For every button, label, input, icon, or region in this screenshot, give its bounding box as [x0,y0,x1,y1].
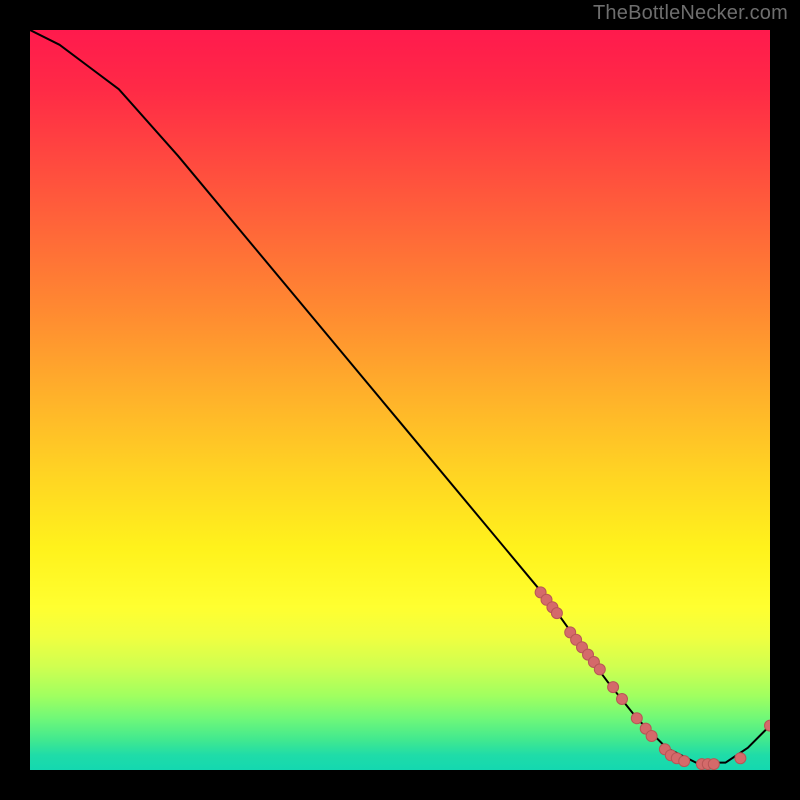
watermark-text: TheBottleNecker.com [593,2,788,25]
marker-dot [679,756,690,767]
marker-dot [708,759,719,770]
chart-frame: TheBottleNecker.com [0,0,800,800]
curve-path [30,30,770,763]
marker-dot [735,753,746,764]
marker-dot [631,713,642,724]
curve-line [30,30,770,763]
red-dot-markers [535,587,770,770]
marker-dot [617,694,628,705]
marker-dot [594,664,605,675]
marker-dot [551,608,562,619]
plot-area [30,30,770,770]
chart-overlay [30,30,770,770]
marker-dot [646,731,657,742]
marker-dot [608,682,619,693]
